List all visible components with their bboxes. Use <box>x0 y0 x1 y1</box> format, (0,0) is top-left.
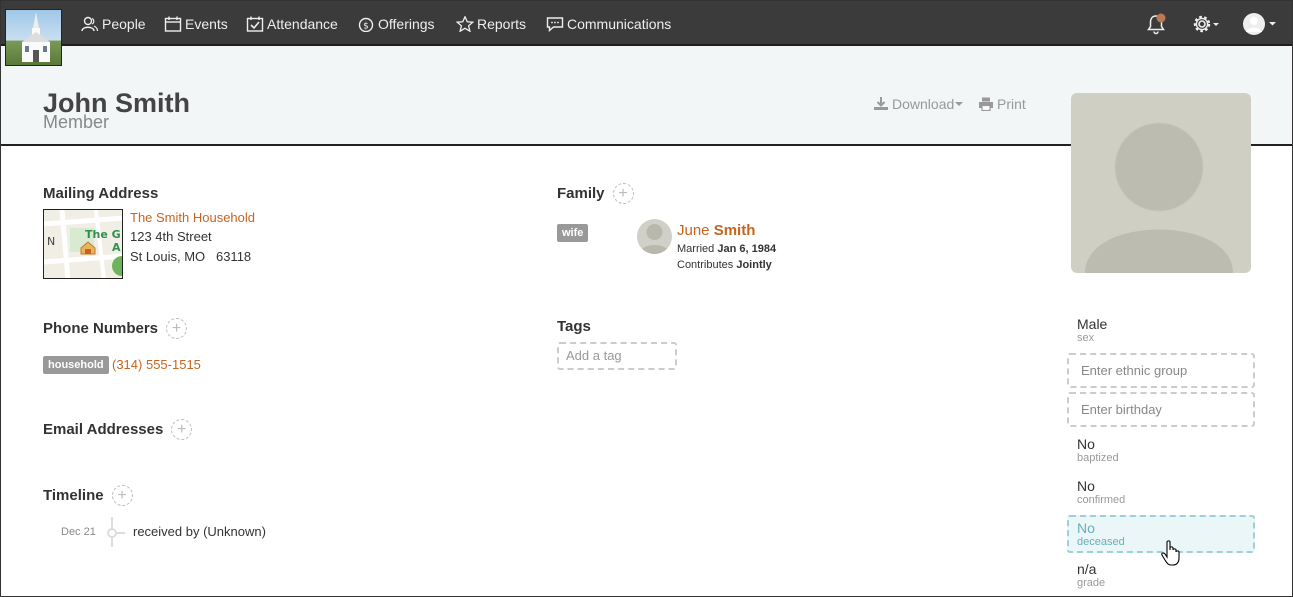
map-icon: N The G A <box>44 210 122 278</box>
map-label-n: N <box>47 235 55 248</box>
phone-type-badge: household <box>43 356 109 374</box>
contributes-value: Jointly <box>736 259 772 271</box>
nav-reports-label: Reports <box>477 15 527 32</box>
baptized-label: baptized <box>1077 452 1119 464</box>
chat-icon <box>546 16 564 32</box>
married-date: Jan 6, 1984 <box>717 243 777 255</box>
add-tag-input[interactable]: Add a tag <box>557 342 677 370</box>
nav-events-label: Events <box>185 15 228 32</box>
timeline-date: Dec 21 <box>61 526 96 538</box>
sex-value[interactable]: Male <box>1077 316 1107 332</box>
bell-icon <box>1147 13 1166 34</box>
member-status: Member <box>43 112 110 132</box>
download-icon <box>874 97 888 110</box>
church-icon <box>22 12 50 62</box>
nav-attendance[interactable]: Attendance <box>246 1 338 46</box>
family-member-link[interactable]: June Smith <box>677 222 755 239</box>
person-silhouette-icon <box>1085 122 1233 273</box>
deceased-value[interactable]: No <box>1077 520 1095 536</box>
calendar-check-icon <box>246 16 264 32</box>
family-contributes-line: Contributes Jointly <box>677 259 772 271</box>
plus-icon: + <box>177 420 187 438</box>
contributes-prefix: Contributes <box>677 259 734 271</box>
map-label-park: The G <box>85 228 121 241</box>
address-map-thumbnail[interactable]: N The G A <box>43 209 123 279</box>
phone-numbers-title: Phone Numbers + <box>43 318 188 339</box>
add-family-button[interactable]: + <box>612 183 634 204</box>
download-button[interactable]: Download <box>873 96 964 112</box>
nav-communications-label: Communications <box>567 15 672 32</box>
family-member-first-name: June <box>677 222 710 239</box>
svg-text:$: $ <box>363 21 369 31</box>
people-icon <box>81 16 99 31</box>
plus-icon: + <box>117 486 127 504</box>
plus-icon: + <box>618 184 628 202</box>
confirmed-value[interactable]: No <box>1077 478 1095 494</box>
phone-number-link[interactable]: (314) 555-1515 <box>112 357 201 372</box>
add-timeline-button[interactable]: + <box>111 485 133 506</box>
nav-offerings[interactable]: $ Offerings <box>357 1 435 46</box>
family-married-line: Married Jan 6, 1984 <box>677 243 776 255</box>
email-addresses-title: Email Addresses + <box>43 419 193 440</box>
nav-events[interactable]: Events <box>164 1 228 46</box>
timeline-tick <box>115 532 125 534</box>
add-email-button[interactable]: + <box>171 419 193 440</box>
app-window: People Events Attendance $ Offerings Rep… <box>0 0 1293 597</box>
top-nav: People Events Attendance $ Offerings Rep… <box>1 1 1292 46</box>
mailing-address-heading: Mailing Address <box>43 185 159 202</box>
family-member-last-name: Smith <box>713 222 756 239</box>
nav-attendance-label: Attendance <box>267 15 338 32</box>
settings-menu-button[interactable] <box>1192 1 1220 46</box>
address-city-line: St Louis, MO 63118 <box>130 249 252 264</box>
tags-title: Tags <box>557 318 591 335</box>
nav-offerings-label: Offerings <box>378 15 435 32</box>
mailing-address-title: Mailing Address <box>43 185 158 202</box>
nav-reports[interactable]: Reports <box>456 1 526 46</box>
household-link[interactable]: The Smith Household <box>130 210 255 225</box>
timeline-title: Timeline + <box>43 485 133 506</box>
user-avatar-icon <box>1243 12 1276 35</box>
phone-numbers-heading: Phone Numbers <box>43 320 159 337</box>
notifications-button[interactable] <box>1145 1 1167 46</box>
calendar-icon <box>164 16 182 32</box>
print-icon <box>979 97 993 111</box>
hand-cursor-icon <box>1161 540 1181 571</box>
grade-label: grade <box>1077 577 1106 589</box>
nav-communications[interactable]: Communications <box>546 1 671 46</box>
family-member-avatar[interactable] <box>637 219 672 254</box>
married-prefix: Married <box>677 243 715 255</box>
gear-icon <box>1193 15 1219 32</box>
caret-down-icon <box>955 102 964 106</box>
grade-value[interactable]: n/a <box>1077 561 1096 577</box>
plus-icon: + <box>171 319 182 337</box>
money-icon: $ <box>358 17 374 32</box>
email-addresses-heading: Email Addresses <box>43 421 164 438</box>
print-label: Print <box>997 96 1026 112</box>
timeline-entry[interactable]: received by (Unknown) <box>133 524 266 539</box>
confirmed-label: confirmed <box>1077 494 1126 506</box>
person-silhouette-icon <box>640 224 669 254</box>
family-heading: Family <box>557 185 605 202</box>
user-menu-button[interactable] <box>1242 1 1278 46</box>
nav-people[interactable]: People <box>81 1 146 46</box>
address-street: 123 4th Street <box>130 229 212 244</box>
star-icon <box>456 15 474 32</box>
profile-photo[interactable] <box>1071 93 1251 273</box>
map-label-street: A <box>112 241 121 254</box>
ethnic-group-input[interactable]: Enter ethnic group <box>1067 353 1255 388</box>
timeline-heading: Timeline <box>43 487 104 504</box>
baptized-value[interactable]: No <box>1077 436 1095 452</box>
relation-badge: wife <box>557 224 589 242</box>
birthday-input[interactable]: Enter birthday <box>1067 392 1255 427</box>
tags-heading: Tags <box>557 318 591 335</box>
print-button[interactable]: Print <box>978 96 1026 112</box>
add-phone-button[interactable]: + <box>166 318 188 339</box>
family-title: Family + <box>557 183 634 204</box>
download-label: Download <box>892 96 955 112</box>
nav-people-label: People <box>102 15 146 32</box>
deceased-label: deceased <box>1077 536 1125 548</box>
church-logo[interactable] <box>5 9 62 66</box>
sex-label: sex <box>1077 332 1095 344</box>
